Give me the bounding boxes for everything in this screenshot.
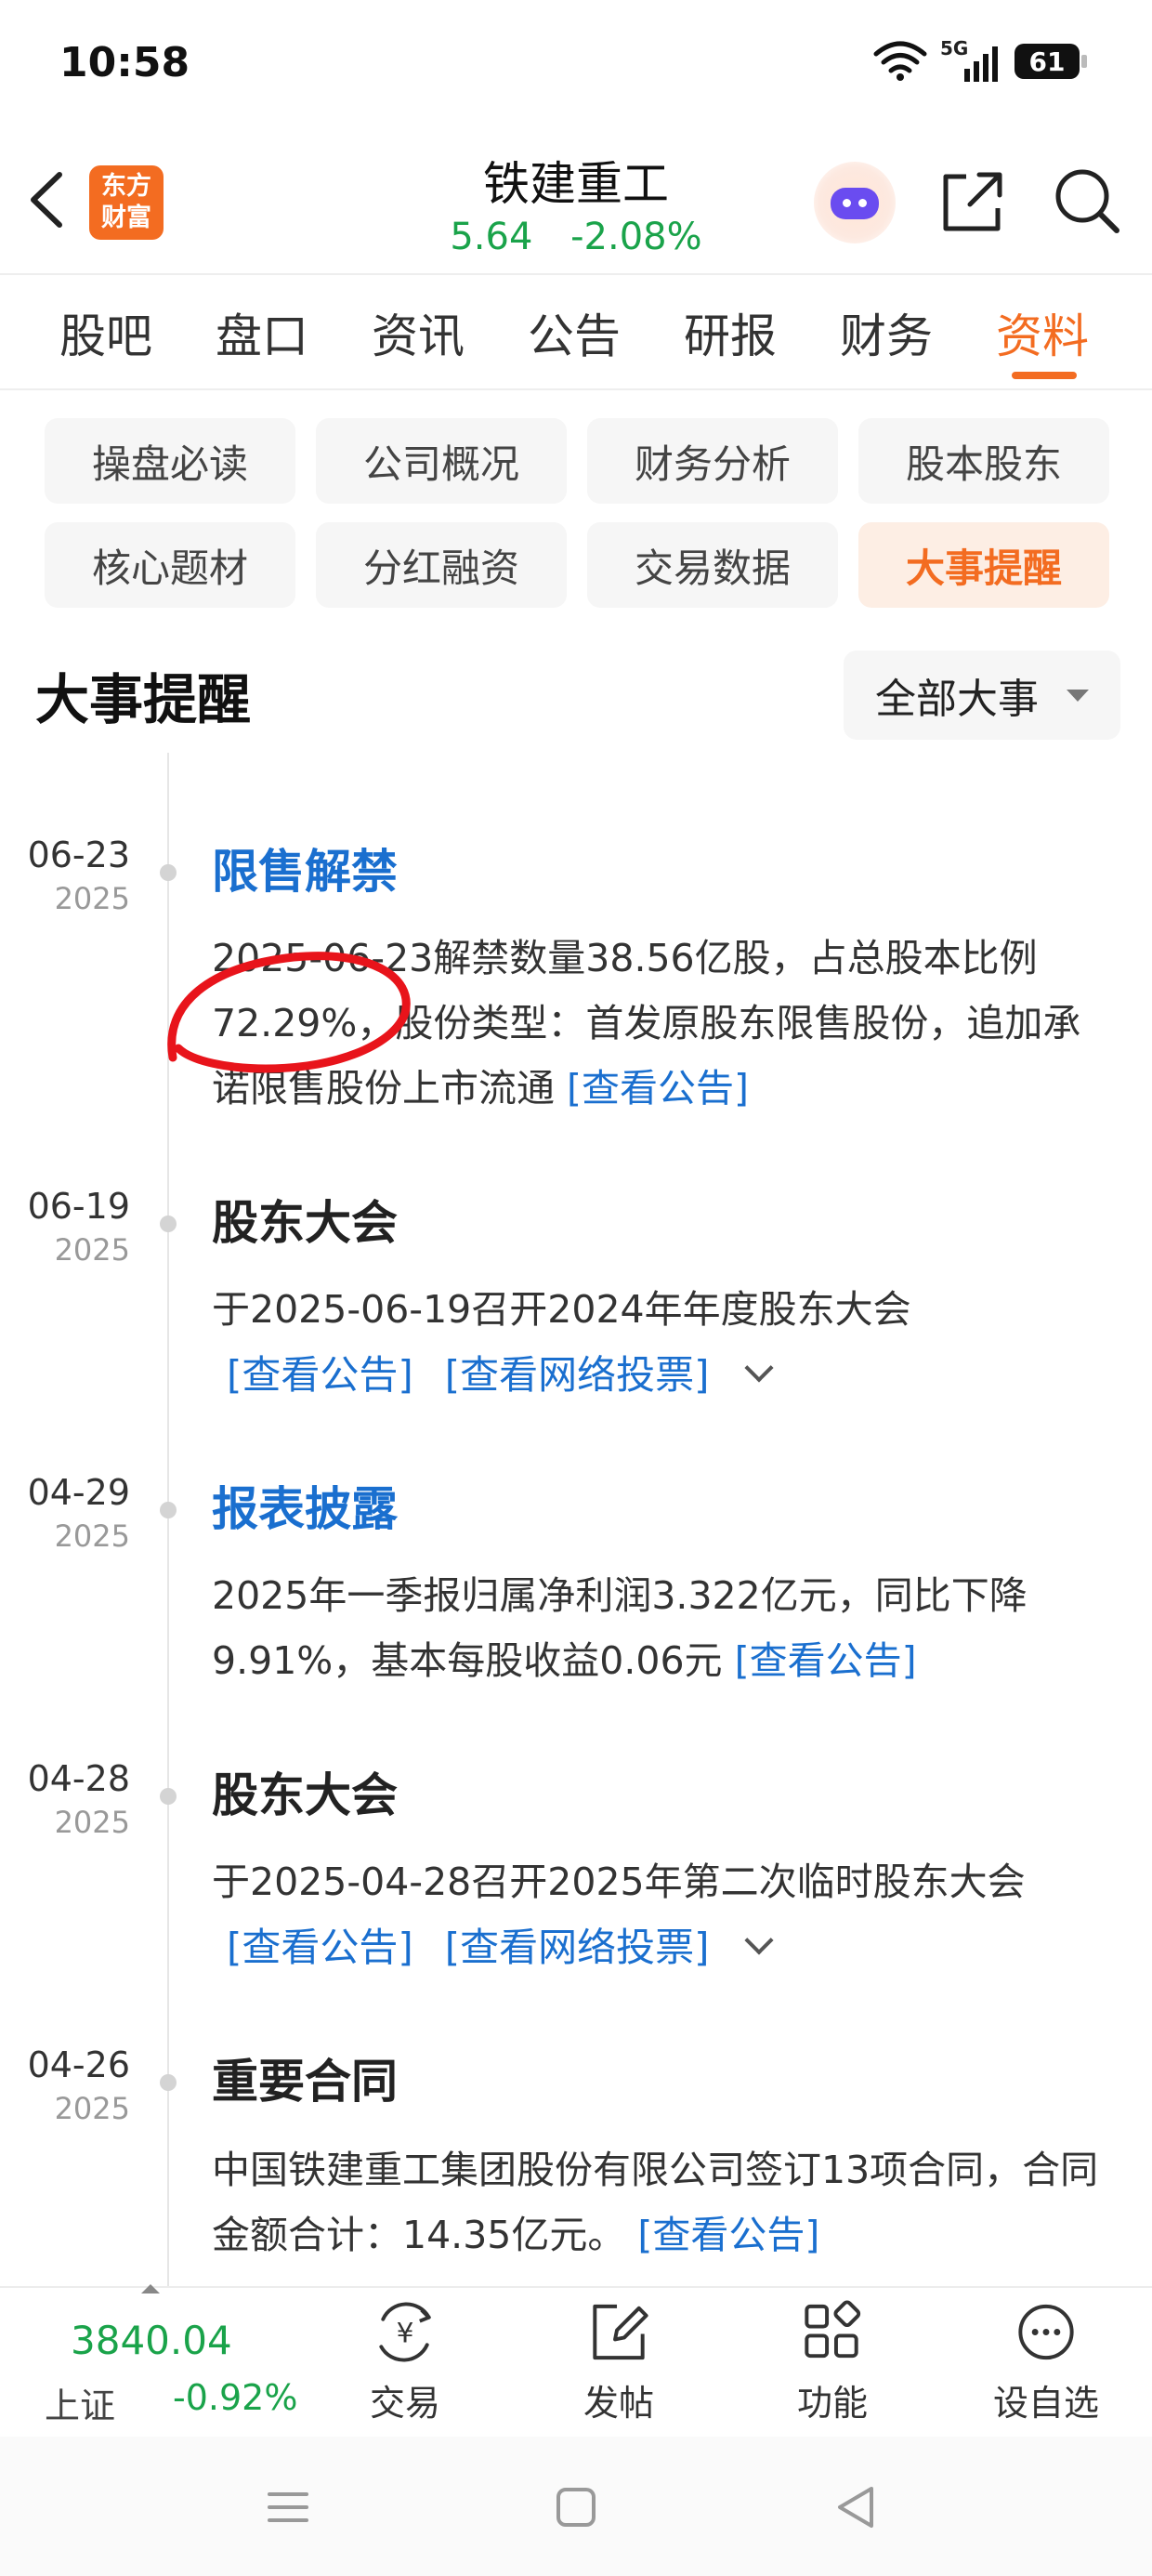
event-date: 04-26 [27,2044,130,2085]
chip-trading-guide[interactable]: 操盘必读 [45,418,295,504]
event-year: 2025 [54,1518,130,1554]
view-online-voting-link[interactable]: [查看网络投票] [445,1344,710,1400]
tab-bar: 股吧 盘口 资讯 公告 研报 财务 资料 [0,299,1152,388]
svg-text:¥: ¥ [397,2317,414,2348]
event-title: 股东大会 [212,1768,398,1822]
event-links: [查看公告] [查看网络投票] [227,1916,774,1973]
event-description: 于2025-04-28召开2025年第二次临时股东大会 [212,1860,1026,1904]
view-announcement-link[interactable]: [查看公告] [637,2213,819,2257]
chip-core-themes[interactable]: 核心题材 [45,522,295,608]
active-tab-indicator [1012,372,1077,379]
grid-apps-icon [805,2300,861,2359]
event-filter-dropdown[interactable]: 全部大事 [844,651,1120,740]
chip-major-events[interactable]: 大事提醒 [858,522,1109,608]
wifi-icon [873,41,927,81]
trade-yen-icon: ¥ [379,2302,431,2362]
event-description: 2025年一季报归属净利润3.322亿元，同比下降9.91%，基本每股收益0.0… [212,1563,1104,1693]
timeline-dot [160,1788,177,1805]
index-expand-triangle-icon[interactable] [141,2284,160,2293]
filter-label: 全部大事 [875,676,1039,723]
event-description: 中国铁建重工集团股份有限公司签订13项合同，合同金额合计：14.35亿元。 [查… [212,2137,1104,2267]
trade-label: 交易 [369,2383,440,2424]
header-divider [0,273,1152,275]
event-date: 06-19 [27,1186,130,1227]
tab-finance[interactable]: 财务 [840,299,933,366]
trade-button[interactable]: ¥ 交易 [331,2295,479,2425]
index-name: 上证 [45,2385,116,2426]
post-label: 发帖 [583,2383,654,2424]
tab-guba[interactable]: 股吧 [59,299,152,366]
chip-shareholders[interactable]: 股本股东 [858,418,1109,504]
event-title: 股东大会 [212,1196,398,1250]
menu-icon[interactable] [260,2479,316,2535]
search-icon[interactable] [1052,165,1122,236]
event-year: 2025 [54,881,130,916]
tab-announcements[interactable]: 公告 [528,299,621,366]
view-announcement-link[interactable]: [查看公告] [567,1066,749,1111]
caret-down-icon [1067,689,1089,702]
event-year: 2025 [54,1805,130,1840]
event-title: 重要合同 [212,2055,398,2109]
edit-icon [593,2304,648,2360]
add-watchlist-label: 设自选 [992,2383,1099,2424]
chip-financial-analysis[interactable]: 财务分析 [587,418,838,504]
back-triangle-icon[interactable] [829,2479,884,2535]
event-description: 于2025-06-19召开2024年年度股东大会 [212,1287,911,1332]
functions-button[interactable]: 功能 [758,2295,907,2425]
event-date: 04-29 [27,1472,130,1513]
chip-company-overview[interactable]: 公司概况 [316,418,567,504]
stock-change: -2.08% [570,216,702,258]
timeline-dot [160,1216,177,1232]
expand-chevron-icon[interactable] [744,1925,774,1955]
event-title[interactable]: 限售解禁 [212,835,398,901]
timeline-dot [160,1502,177,1518]
expand-chevron-icon[interactable] [744,1352,774,1383]
timeline-dot [160,2074,177,2091]
stock-price: 5.64 [450,216,533,258]
index-value[interactable]: 3840.04 [71,2318,232,2363]
add-watchlist-button[interactable]: 设自选 [972,2295,1120,2425]
battery-icon: 61 [1015,44,1087,79]
event-year: 2025 [54,1232,130,1268]
event-year: 2025 [54,2091,130,2126]
red-circle-annotation [167,952,411,1073]
timeline-dot [160,864,177,881]
view-online-voting-link[interactable]: [查看网络投票] [445,1916,710,1973]
more-dots-icon [1018,2304,1074,2360]
share-icon[interactable] [938,167,1007,236]
tab-news[interactable]: 资讯 [372,299,465,366]
post-button[interactable]: 发帖 [544,2295,693,2425]
event-date: 06-23 [27,835,130,875]
tabs-divider [0,388,1152,390]
chip-trading-data[interactable]: 交易数据 [587,522,838,608]
status-icons: 5G 61 [873,37,1087,82]
home-square-icon[interactable] [548,2479,604,2535]
functions-label: 功能 [796,2383,868,2424]
signal-icon: 5G [940,37,998,82]
chip-dividends-financing[interactable]: 分红融资 [316,522,567,608]
assistant-robot-icon[interactable] [814,162,896,243]
tab-pankou[interactable]: 盘口 [216,299,308,366]
section-title: 大事提醒 [35,668,252,731]
view-announcement-link[interactable]: [查看公告] [735,1638,917,1683]
event-date: 04-28 [27,1758,130,1799]
status-time: 10:58 [59,39,190,86]
index-change: -0.92% [173,2377,298,2418]
event-links: [查看公告] [查看网络投票] [227,1344,774,1400]
tab-profile[interactable]: 资料 [996,299,1089,366]
view-announcement-link[interactable]: [查看公告] [227,1344,413,1400]
tab-research[interactable]: 研报 [684,299,777,366]
network-type: 5G [940,37,969,59]
event-title[interactable]: 报表披露 [212,1472,398,1539]
view-announcement-link[interactable]: [查看公告] [227,1916,413,1973]
